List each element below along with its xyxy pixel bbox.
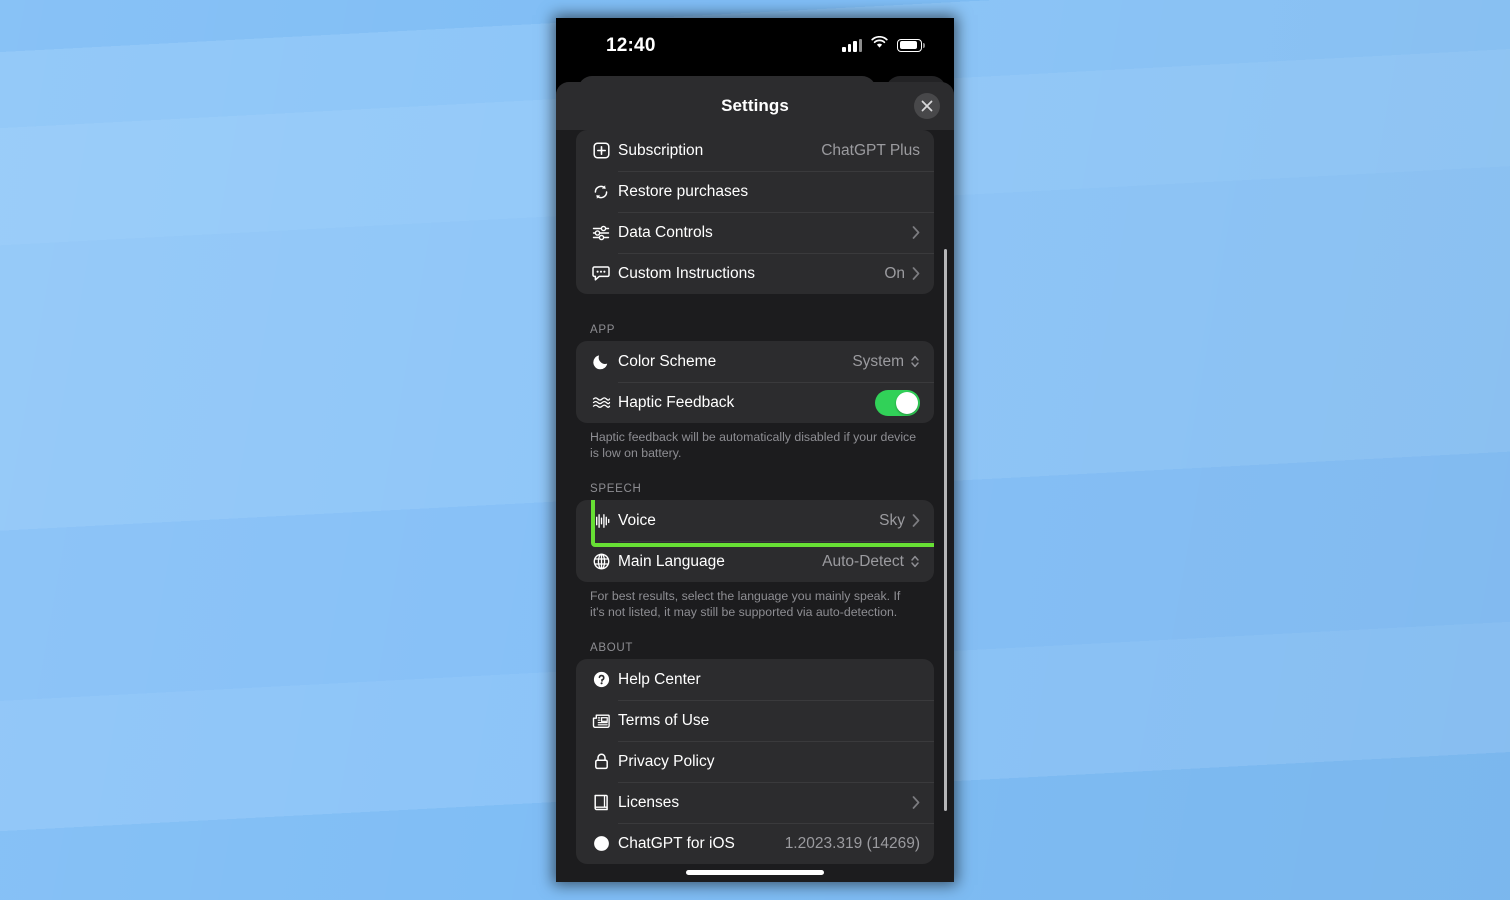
settings-row-haptic-feedback[interactable]: Haptic Feedback (576, 382, 934, 423)
settings-row-label: Main Language (618, 552, 725, 570)
settings-row-label: Terms of Use (618, 711, 710, 729)
chevron-right-icon (912, 514, 920, 527)
settings-row-label: Restore purchases (618, 182, 749, 200)
toggle-knob (896, 391, 918, 414)
settings-row-value: ChatGPT Plus (821, 141, 920, 159)
newspaper-icon (588, 713, 614, 729)
close-button[interactable] (914, 93, 940, 119)
footnote-haptic: Haptic feedback will be automatically di… (590, 430, 917, 460)
settings-row-value: Auto-Detect (822, 552, 904, 570)
close-icon (921, 100, 933, 112)
settings-row-restore-purchases[interactable]: Restore purchases (576, 171, 934, 212)
settings-row-label: Voice (618, 511, 656, 529)
settings-row-help-center[interactable]: Help Center (576, 659, 934, 700)
settings-row-label: Help Center (618, 670, 701, 688)
settings-row-voice[interactable]: Voice Sky (576, 500, 934, 547)
app-circle-icon (588, 835, 614, 852)
status-time: 12:40 (606, 35, 656, 56)
section-label-speech: SPEECH (590, 483, 642, 495)
status-bar: 12:40 (556, 18, 954, 78)
settings-row-custom-instructions[interactable]: Custom Instructions On (576, 253, 934, 294)
chevron-updown-icon (910, 354, 920, 369)
page-title: Settings (721, 96, 789, 115)
chevron-right-icon (912, 796, 920, 809)
battery-icon (897, 38, 925, 52)
section-label-app: APP (590, 324, 616, 336)
settings-row-label: Licenses (618, 793, 680, 811)
settings-row-value: Sky (879, 511, 905, 529)
settings-row-data-controls[interactable]: Data Controls (576, 212, 934, 253)
haptic-feedback-toggle[interactable] (875, 389, 920, 416)
moon-icon (588, 353, 614, 370)
settings-row-app-version[interactable]: ChatGPT for iOS 1.2023.319 (14269) (576, 823, 934, 864)
settings-row-label: ChatGPT for iOS (618, 834, 735, 852)
settings-row-main-language[interactable]: Main Language Auto-Detect (576, 541, 934, 582)
chevron-updown-icon (910, 554, 920, 569)
wifi-icon (871, 35, 888, 54)
cellular-signal-icon (842, 38, 862, 52)
chevron-right-icon (912, 267, 920, 280)
book-icon (588, 794, 614, 811)
settings-row-value: System (852, 352, 904, 370)
question-circle-icon (588, 671, 614, 688)
phone-screen: 12:40 Settings Subscription ChatGPT Plus… (556, 18, 954, 882)
settings-row-privacy-policy[interactable]: Privacy Policy (576, 741, 934, 782)
speech-bubble-icon (588, 265, 614, 282)
settings-row-licenses[interactable]: Licenses (576, 782, 934, 823)
settings-scroll-area[interactable]: Subscription ChatGPT Plus Restore purcha… (556, 130, 954, 882)
settings-group-app: Color Scheme System Haptic Feedback (576, 341, 934, 423)
lock-icon (588, 753, 614, 770)
settings-group-account: Subscription ChatGPT Plus Restore purcha… (576, 130, 934, 294)
vertical-scrollbar[interactable] (944, 249, 947, 811)
settings-row-subscription[interactable]: Subscription ChatGPT Plus (576, 130, 934, 171)
settings-sheet: Settings Subscription ChatGPT Plus Resto… (556, 82, 954, 882)
settings-row-label: Privacy Policy (618, 752, 715, 770)
waveform-icon (588, 513, 614, 529)
app-version-value: 1.2023.319 (14269) (784, 834, 920, 852)
settings-row-color-scheme[interactable]: Color Scheme System (576, 341, 934, 382)
globe-icon (588, 553, 614, 570)
restore-refresh-icon (588, 183, 614, 201)
sliders-icon (588, 225, 614, 241)
settings-row-terms-of-use[interactable]: Terms of Use (576, 700, 934, 741)
section-label-about: ABOUT (590, 642, 634, 654)
chevron-right-icon (912, 226, 920, 239)
settings-row-value: On (884, 264, 905, 282)
settings-group-about: Help Center Terms of Use Privacy Policy … (576, 659, 934, 864)
settings-row-label: Subscription (618, 141, 704, 159)
footnote-language: For best results, select the language yo… (590, 589, 901, 619)
home-indicator (686, 870, 824, 875)
haptic-waves-icon (588, 395, 614, 410)
settings-group-speech: Voice Sky Main Language Auto-Detect (576, 500, 934, 582)
settings-row-label: Haptic Feedback (618, 393, 735, 411)
settings-row-label: Color Scheme (618, 352, 717, 370)
settings-row-label: Data Controls (618, 223, 713, 241)
settings-row-label: Custom Instructions (618, 264, 755, 282)
plus-square-icon (588, 142, 614, 159)
status-icons (842, 35, 925, 54)
sheet-header: Settings (556, 82, 954, 130)
